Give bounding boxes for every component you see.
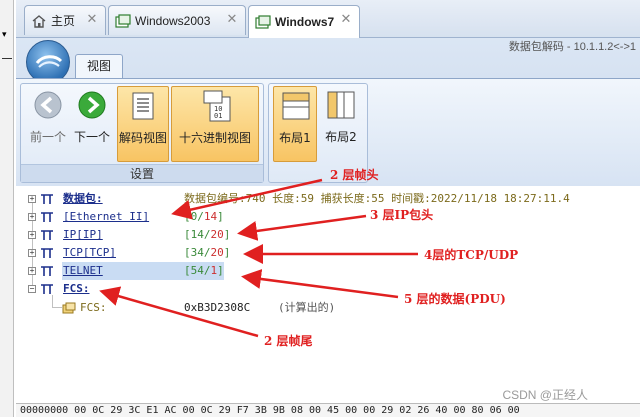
hex-dump-line: 00000000 00 0C 29 3C E1 AC 00 0C 29 F7 3… (16, 403, 640, 417)
annotation-frame-tail: 2 层帧尾 (264, 334, 313, 348)
annotation-frame-head: 2 层帧头 (330, 168, 379, 182)
annotation-arrows (99, 178, 418, 338)
watermark: CSDN @正经人 (502, 388, 588, 402)
annotation-tcp-udp: 4层的TCP/UDP (424, 248, 519, 262)
arrow-data (241, 269, 399, 299)
annotation-ip-head: 3 层IP包头 (370, 208, 434, 222)
arrow-frame-tail (99, 286, 259, 338)
arrow-frame-head (171, 178, 323, 220)
arrow-ip-head (237, 214, 367, 241)
annotation-data: 5 层的数据(PDU) (404, 292, 506, 306)
